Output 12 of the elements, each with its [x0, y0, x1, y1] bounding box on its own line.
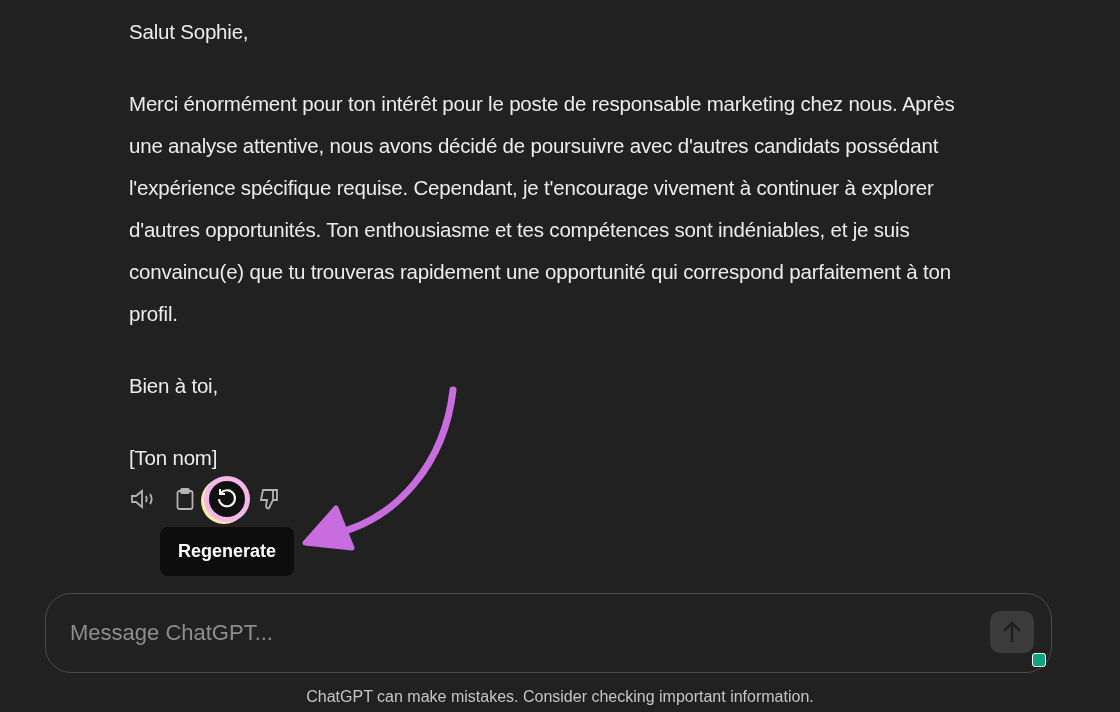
- message-input[interactable]: Message ChatGPT...: [45, 593, 1052, 673]
- arrow-up-icon: [1002, 621, 1022, 643]
- message-paragraph: [Ton nom]: [129, 445, 219, 471]
- tooltip: Regenerate: [160, 527, 294, 576]
- regenerate-icon: [216, 488, 238, 510]
- disclaimer-text: ChatGPT can make mistakes. Consider checking important information.: [305, 687, 815, 707]
- clipboard-icon: [176, 488, 194, 510]
- thumbs-down-icon: [259, 488, 279, 510]
- message-paragraph: Bien à toi,: [129, 373, 219, 399]
- message-paragraph: Merci énormément pour ton intérêt pour le poste de responsable marketing chez nous. Après une analyse attentive, nous avons décidé de poursuivre avec d'autres candidats possédant l'expérience spécifique requise. Cependant, je t'encourage vivement à continuer à explorer d'autres opportunités. Ton enthousiasme et tes compétences sont indéniables, et je suis convaincu(e) que tu trouveras rapidement une opportunité qui correspond parfaitement à ton profil.: [129, 91, 956, 327]
- message-paragraph: Salut Sophie,: [129, 19, 250, 45]
- status-indicator: [1032, 653, 1046, 667]
